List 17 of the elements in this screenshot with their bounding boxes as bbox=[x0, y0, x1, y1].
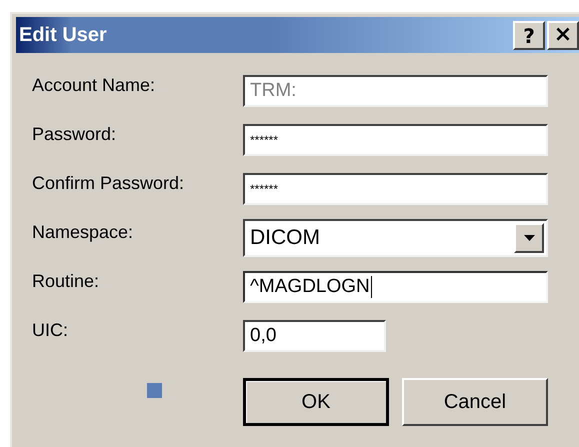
close-button[interactable]: × bbox=[547, 20, 579, 50]
help-button[interactable]: ? bbox=[513, 20, 545, 50]
field-label: UIC: bbox=[31, 319, 69, 341]
field-label: Confirm Password: bbox=[31, 172, 186, 194]
input-field[interactable]: ^MAGDLOGN bbox=[243, 271, 548, 303]
window-title: Edit User bbox=[18, 24, 107, 46]
input-field[interactable]: 0,0 bbox=[243, 320, 386, 352]
input-field[interactable]: ****** bbox=[243, 124, 548, 156]
namespace-dropdown[interactable]: DICOM bbox=[243, 219, 548, 257]
field-label: Password: bbox=[31, 123, 118, 145]
field-label: Namespace: bbox=[31, 221, 134, 243]
field-label: Routine: bbox=[31, 270, 100, 292]
indicator-icon bbox=[147, 383, 162, 398]
field-label: Account Name: bbox=[31, 74, 156, 96]
input-field[interactable]: ****** bbox=[243, 173, 548, 205]
cancel-button[interactable]: Cancel bbox=[402, 378, 548, 426]
ok-button[interactable]: OK bbox=[243, 378, 389, 426]
